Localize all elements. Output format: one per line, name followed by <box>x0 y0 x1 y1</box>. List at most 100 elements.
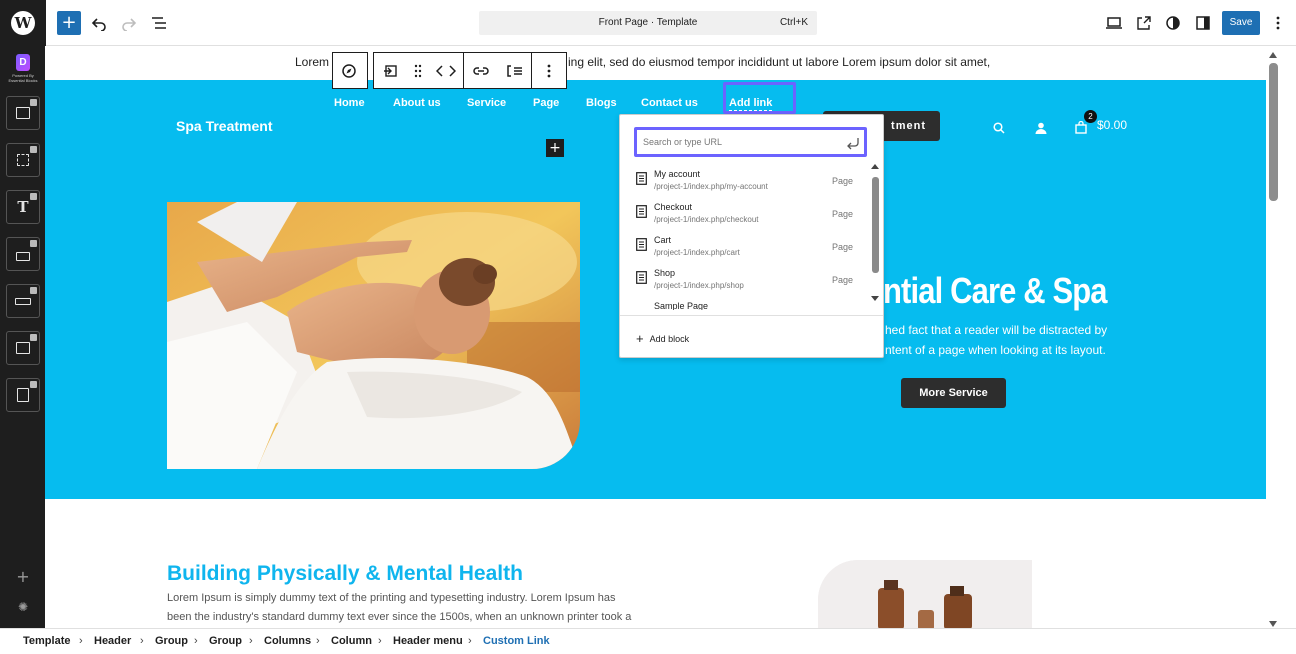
page-icon <box>636 238 647 251</box>
settings-sidebar-icon[interactable] <box>1191 11 1215 35</box>
search-icon[interactable] <box>993 119 1005 138</box>
pro-badge-icon <box>30 99 37 106</box>
nav-item-blogs[interactable]: Blogs <box>586 97 617 109</box>
save-button[interactable]: Save <box>1222 11 1260 35</box>
shortcut-hint: Ctrl+K <box>779 17 808 28</box>
open-external-icon[interactable] <box>1132 11 1156 35</box>
block-type-group <box>332 52 368 89</box>
user-account-icon[interactable] <box>1035 119 1047 138</box>
eb-block-product-icon[interactable] <box>6 237 40 271</box>
select-parent-icon[interactable] <box>374 53 406 88</box>
eb-block-form-icon[interactable] <box>6 378 40 412</box>
nav-item-service[interactable]: Service <box>467 97 506 109</box>
suggestion-type: Page <box>832 275 854 285</box>
add-block-button[interactable]: + <box>57 11 81 35</box>
breadcrumb-separator: › <box>140 635 144 647</box>
site-title[interactable]: Spa Treatment <box>176 118 272 134</box>
add-block-button[interactable]: + Add block <box>636 331 689 346</box>
pro-badge-icon <box>30 287 37 294</box>
url-search-input[interactable]: Search or type URL <box>634 127 867 157</box>
product-icon <box>16 251 30 261</box>
top-info-text-end: ing elit, sed do eiusmod tempor incididu… <box>568 55 991 69</box>
breadcrumb-separator: › <box>316 635 320 647</box>
breadcrumb-header-menu[interactable]: Header menu <box>393 635 463 647</box>
add-link-nav-item[interactable]: Add link <box>729 97 773 111</box>
submit-enter-icon[interactable] <box>846 135 860 154</box>
eb-block-image-icon[interactable] <box>6 331 40 365</box>
page-icon <box>636 172 647 185</box>
popover-scrollbar-thumb[interactable] <box>872 177 879 273</box>
spa-bottles-image[interactable] <box>818 560 1032 628</box>
suggestion-cart[interactable]: Cart /project-1/index.php/cart Page <box>636 235 856 265</box>
more-service-button[interactable]: More Service <box>901 378 1006 408</box>
popover-scroll-down-icon[interactable] <box>871 296 879 301</box>
pro-badge-icon <box>30 240 37 247</box>
top-info-text-start: Lorem <box>295 55 330 69</box>
popover-scroll-up-icon[interactable] <box>871 164 879 169</box>
page-icon <box>636 205 647 218</box>
breadcrumb-header[interactable]: Header <box>94 635 131 647</box>
cart-icon[interactable] <box>1075 119 1087 138</box>
section-paragraph-line-2: been the industry's standard dummy text … <box>167 611 632 623</box>
plus-icon: + <box>636 331 644 346</box>
breadcrumb-group-inner[interactable]: Group <box>209 635 242 647</box>
command-palette-bar[interactable]: Front Page · Template Ctrl+K <box>479 11 817 35</box>
eb-block-typography-icon[interactable]: T <box>6 190 40 224</box>
suggestion-sample-page[interactable]: Sample Page <box>636 301 856 310</box>
document-overview-icon[interactable] <box>147 11 171 35</box>
block-inserter-button[interactable]: + <box>546 139 564 157</box>
form-icon <box>17 388 29 402</box>
suggestion-title: My account <box>654 169 701 179</box>
move-left-right-icon[interactable] <box>429 53 463 88</box>
suggestion-type: Page <box>832 242 854 252</box>
hero-heading[interactable]: ntial Care & Spa <box>883 270 1108 312</box>
document-title: Front Page · Template <box>598 17 698 28</box>
desktop-preview-icon[interactable] <box>1102 11 1126 35</box>
breadcrumb-custom-link[interactable]: Custom Link <box>483 635 550 647</box>
pro-badge-icon <box>30 334 37 341</box>
slider-icon <box>16 107 30 119</box>
eb-block-focus-icon[interactable] <box>6 143 40 177</box>
nav-item-page[interactable]: Page <box>533 97 559 109</box>
nav-item-home[interactable]: Home <box>334 97 365 109</box>
add-submenu-icon[interactable] <box>498 53 532 88</box>
drag-handle-icon[interactable] <box>406 53 430 88</box>
eb-block-slider-icon[interactable] <box>6 96 40 130</box>
settings-gear-icon[interactable]: ✺ <box>13 597 33 617</box>
options-menu-icon[interactable] <box>1266 11 1290 35</box>
undo-icon[interactable] <box>87 11 111 35</box>
navigation-compass-icon[interactable] <box>333 53 365 88</box>
nav-item-contact[interactable]: Contact us <box>641 97 698 109</box>
suggestion-url: /project-1/index.php/cart <box>654 248 740 257</box>
suggestion-title: Shop <box>654 268 676 278</box>
block-breadcrumb: Template › Header › Group › Group › Colu… <box>0 628 1296 654</box>
suggestion-shop[interactable]: Shop /project-1/index.php/shop Page <box>636 268 856 298</box>
add-block-label: Add block <box>649 334 690 344</box>
add-pattern-icon[interactable]: + <box>13 567 33 587</box>
eb-block-button-icon[interactable] <box>6 284 40 318</box>
styles-icon[interactable] <box>1161 11 1185 35</box>
scroll-down-arrow-icon[interactable] <box>1269 621 1277 627</box>
breadcrumb-column[interactable]: Column <box>331 635 372 647</box>
breadcrumb-template[interactable]: Template <box>23 635 70 647</box>
section-heading[interactable]: Building Physically & Mental Health <box>167 562 523 586</box>
suggestion-checkout[interactable]: Checkout /project-1/index.php/checkout P… <box>636 202 856 232</box>
spa-massage-image[interactable] <box>167 202 580 469</box>
nav-item-about[interactable]: About us <box>393 97 441 109</box>
pro-badge-icon <box>30 381 37 388</box>
wordpress-icon: W <box>11 11 35 35</box>
redo-icon[interactable] <box>117 11 141 35</box>
suggestion-url: /project-1/index.php/shop <box>654 281 744 290</box>
link-icon[interactable] <box>464 53 498 88</box>
suggestion-my-account[interactable]: My account /project-1/index.php/my-accou… <box>636 169 856 199</box>
more-options-icon[interactable] <box>532 53 566 88</box>
suggestion-url: /project-1/index.php/checkout <box>654 215 759 224</box>
scroll-up-arrow-icon[interactable] <box>1269 52 1277 58</box>
wordpress-logo-button[interactable]: W <box>0 0 46 46</box>
eb-logo-mark: D <box>16 54 30 71</box>
suggestion-type: Page <box>832 209 854 219</box>
page-scrollbar-thumb[interactable] <box>1269 63 1278 201</box>
breadcrumb-columns[interactable]: Columns <box>264 635 311 647</box>
breadcrumb-group[interactable]: Group <box>155 635 188 647</box>
link-tools-group <box>373 52 567 89</box>
